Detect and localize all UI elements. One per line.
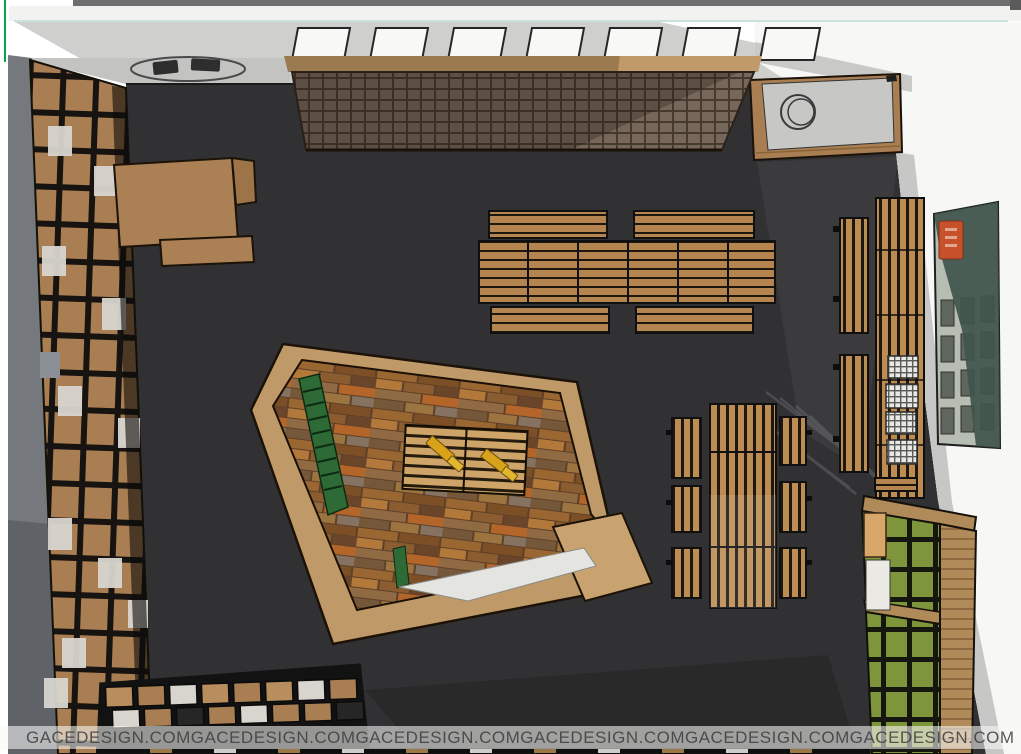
- bookshelf-gray-cell: [40, 352, 60, 378]
- lattice-screen-group: [284, 56, 762, 150]
- bench: [780, 482, 806, 532]
- wall-poster-group: [934, 202, 1000, 448]
- glass-edge-line: [14, 20, 1008, 22]
- bench: [672, 548, 701, 598]
- watermark-bar: GACEDESIGN.COM GACEDESIGN.COM GACEDESIGN…: [0, 726, 1021, 749]
- top-dark-bar: [73, 0, 1021, 6]
- skylight-window: [760, 28, 820, 60]
- locker-white-cell: [866, 560, 890, 610]
- seat: [191, 58, 221, 72]
- watermark-text: GACEDESIGN.COM: [191, 728, 356, 748]
- wall-bench: [840, 355, 868, 472]
- desk-extension: [160, 236, 254, 266]
- bench: [672, 486, 701, 532]
- bench: [672, 418, 701, 478]
- bench: [780, 417, 806, 465]
- lattice-rail-right: [618, 56, 762, 72]
- skylight-window: [526, 28, 584, 60]
- bench: [634, 211, 754, 238]
- render-canvas: GACEDESIGN.COM GACEDESIGN.COM GACEDESIGN…: [0, 0, 1021, 754]
- skylight-window: [292, 28, 350, 60]
- cabinet-notch: [886, 75, 897, 82]
- locker-side-panel: [940, 524, 976, 754]
- watermark-text: GACEDESIGN.COM: [356, 728, 521, 748]
- slat-shelf-piece: [875, 478, 917, 491]
- lattice-rail-left: [284, 56, 620, 72]
- poster-accent-glyphs: [945, 228, 957, 247]
- top-edge-bars: [0, 0, 1021, 22]
- watermark-text: GACEDESIGN.COM: [685, 728, 850, 748]
- locker-group: [862, 496, 976, 754]
- watermark-text: GACEDESIGN.COM: [26, 728, 191, 748]
- left-white-strip: [0, 0, 9, 754]
- skylight-window: [682, 28, 740, 60]
- bench: [780, 548, 806, 598]
- wall-bench: [840, 218, 868, 333]
- table-light: [710, 495, 776, 608]
- desk-step: [232, 158, 256, 205]
- basin-cabinet-group: [750, 74, 902, 160]
- table-group-right: [666, 404, 812, 608]
- axis-line-green: [4, 0, 6, 62]
- skylight-window: [604, 28, 662, 60]
- top-light-band: [0, 6, 1021, 21]
- seat: [152, 60, 178, 76]
- bench: [491, 307, 609, 333]
- bench: [489, 211, 607, 238]
- watermark-text: GACEDESIGN.COM: [850, 728, 1015, 748]
- top-dark-bar-end: [1010, 0, 1021, 10]
- locker-tan-cells: [864, 513, 886, 557]
- bench: [636, 307, 753, 333]
- watermark-text: GACEDESIGN.COM: [520, 728, 685, 748]
- poster-accent-square: [939, 221, 963, 259]
- interior-render: [0, 0, 1021, 754]
- skylight-window: [370, 28, 428, 60]
- desk-top: [114, 158, 238, 247]
- display-pallet-group: [402, 425, 527, 495]
- skylight-window: [448, 28, 506, 60]
